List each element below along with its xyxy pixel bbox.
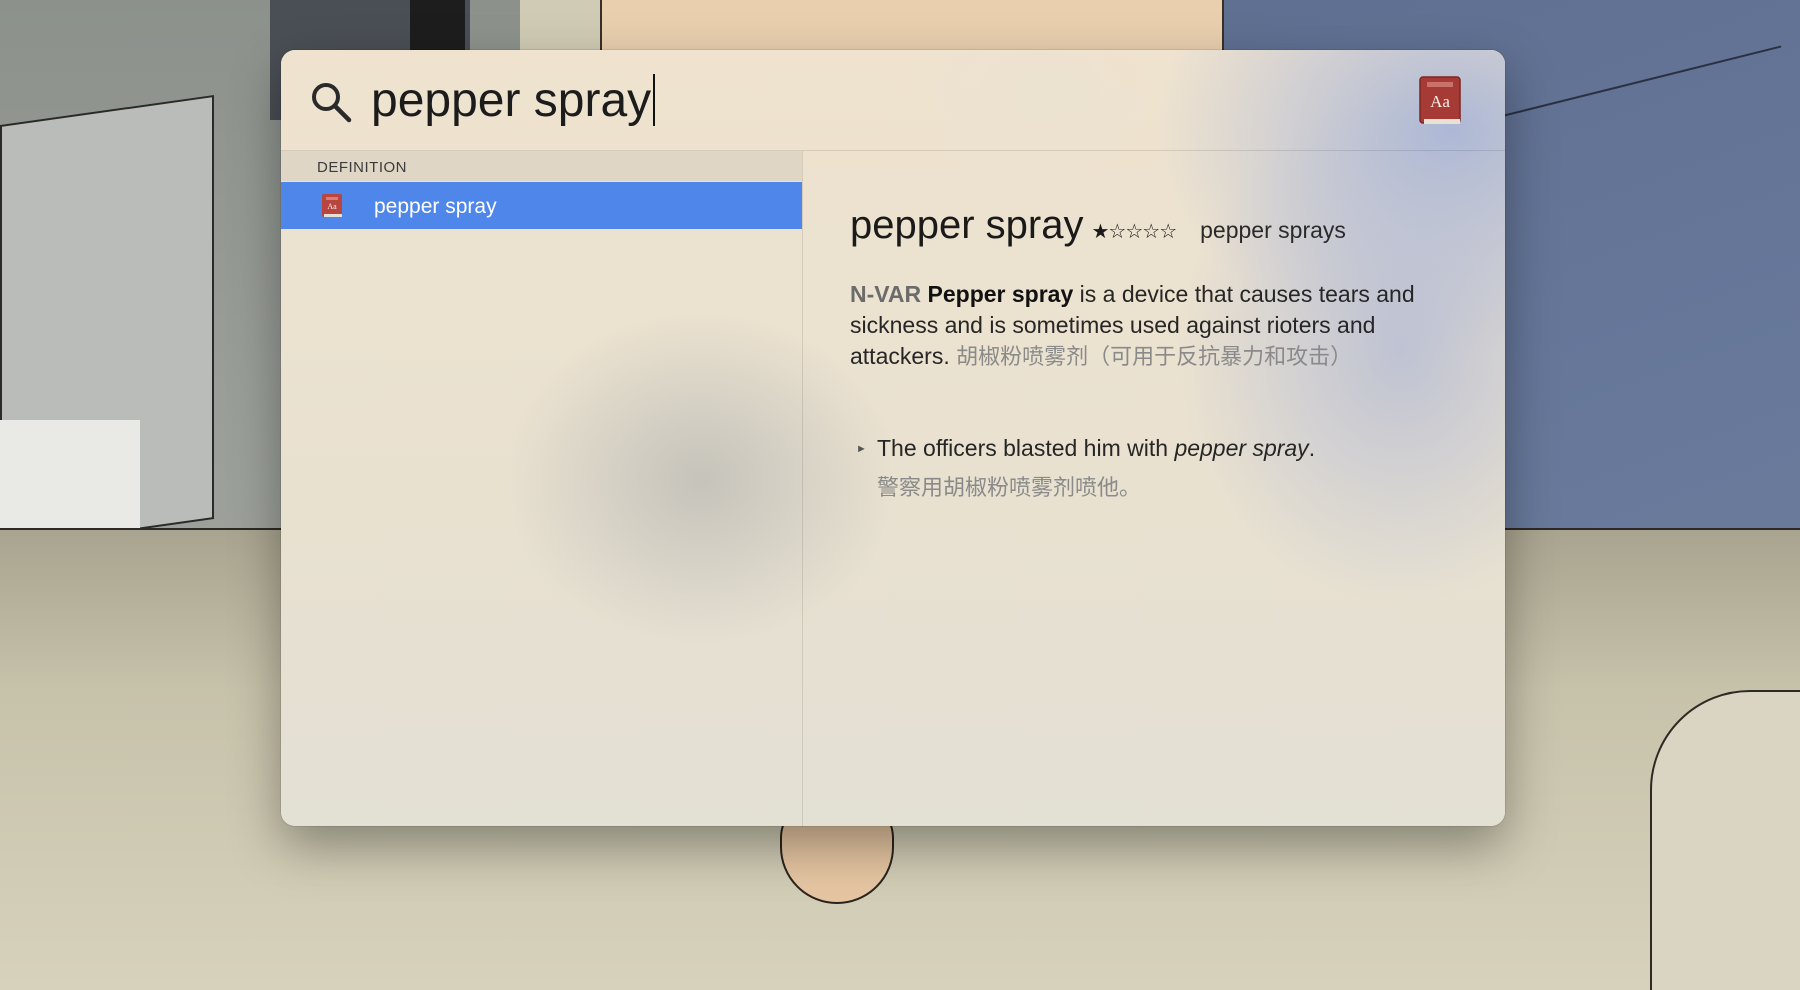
search-bar: Aa: [281, 50, 1505, 151]
plural-form: pepper sprays: [1200, 217, 1346, 243]
frequency-rating: ★☆☆☆☆: [1091, 219, 1177, 243]
svg-text:Aa: Aa: [1430, 92, 1450, 111]
example-translation: 警察用胡椒粉喷雾剂喷他。: [877, 476, 1142, 501]
section-header: DEFINITION: [281, 151, 802, 181]
svg-text:Aa: Aa: [327, 202, 337, 211]
search-input[interactable]: [371, 72, 1271, 128]
spotlight-window: Aa DEFINITION Aa pepper spray pepper spr…: [281, 50, 1505, 826]
example-sentence: The officers blasted him with pepper spr…: [877, 435, 1315, 462]
example-text-before: The officers blasted him with: [877, 435, 1175, 461]
text-caret: [653, 74, 656, 126]
bullet-triangle-icon: ►: [856, 443, 867, 455]
headword: pepper spray: [850, 203, 1084, 247]
result-item-label: pepper spray: [374, 195, 497, 218]
dictionary-icon[interactable]: Aa: [1417, 74, 1463, 126]
section-header-label: DEFINITION: [317, 159, 407, 176]
sense-translation: 胡椒粉喷雾剂（可用于反抗暴力和攻击）: [956, 345, 1353, 370]
example-text-after: .: [1308, 435, 1316, 461]
definition-preview: pepper spray ★☆☆☆☆ pepper sprays N-VAR Pep…: [803, 151, 1505, 826]
part-of-speech: N-VAR: [850, 281, 922, 307]
search-icon: [312, 83, 352, 123]
headword-line: pepper spray ★☆☆☆☆ pepper sprays: [850, 203, 1470, 253]
results-list: DEFINITION Aa pepper spray: [281, 151, 803, 826]
sense-definition: N-VAR Pepper spray is a device that caus…: [850, 279, 1430, 373]
wallpaper-roll: [1650, 690, 1800, 990]
result-item-pepper-spray[interactable]: Aa pepper spray: [281, 182, 802, 229]
sense-headword: Pepper spray: [927, 281, 1074, 307]
example-text-italic: pepper spray: [1174, 435, 1309, 461]
dictionary-icon: Aa: [322, 194, 342, 217]
